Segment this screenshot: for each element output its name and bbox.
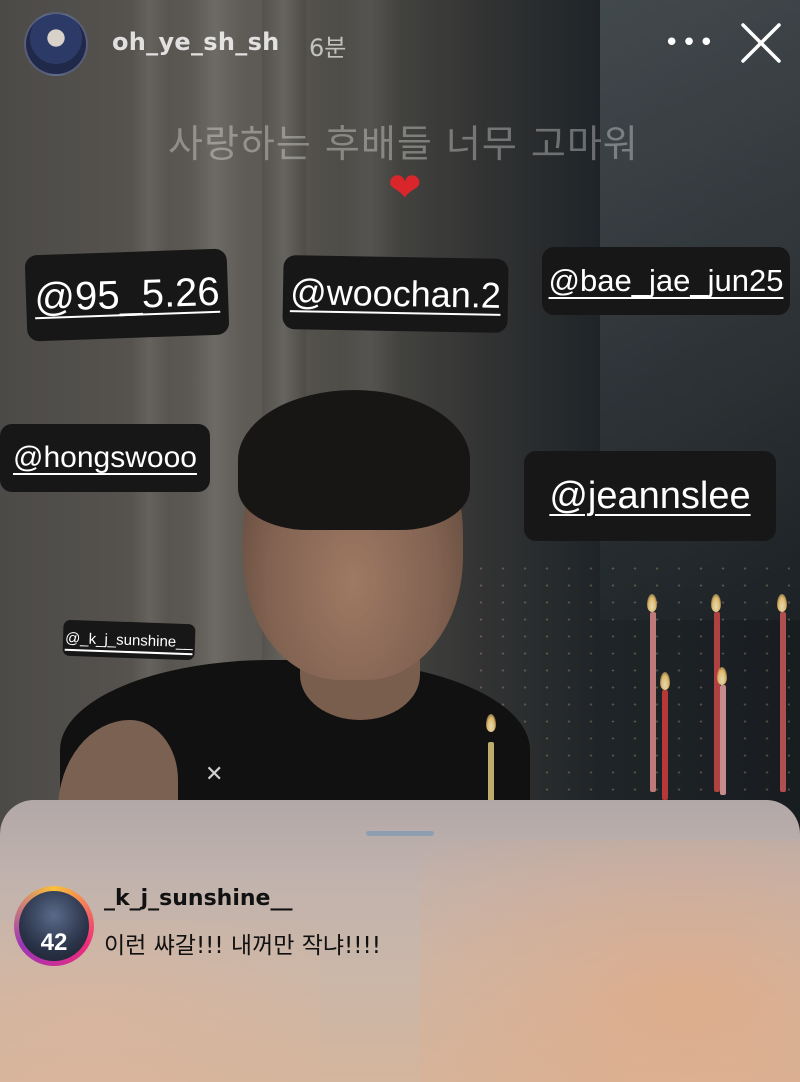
- mention-sticker[interactable]: @woochan.2: [282, 255, 509, 333]
- avatar-image: 42: [19, 891, 89, 961]
- post-time: 6분: [309, 34, 347, 62]
- reply-message: 이런 쌰갈!!! 내꺼만 작냐!!!!: [104, 933, 381, 959]
- close-icon[interactable]: [738, 20, 784, 66]
- sheet-grabber-handle[interactable]: [366, 831, 434, 836]
- mention-sticker[interactable]: @hongswooo: [0, 424, 210, 492]
- author-avatar[interactable]: [24, 12, 88, 76]
- mention-label: @bae_jae_jun25: [548, 263, 784, 298]
- avatar-jersey-number: 42: [40, 929, 68, 956]
- story-header: oh_ye_sh_sh 6분 •••: [0, 0, 800, 90]
- more-horizontal-icon[interactable]: •••: [664, 28, 716, 58]
- reply-avatar[interactable]: 42: [14, 886, 94, 966]
- mention-label: @jeannslee: [549, 474, 751, 517]
- author-username[interactable]: oh_ye_sh_sh: [112, 28, 280, 56]
- mention-sticker[interactable]: @jeannslee: [524, 451, 776, 541]
- mention-label: @woochan.2: [289, 271, 502, 316]
- panel-gradient: [420, 840, 800, 1082]
- mention-label: @hongswooo: [13, 441, 197, 474]
- reply-username[interactable]: _k_j_sunshine__: [104, 886, 292, 911]
- mention-label: @_k_j_sunshine__: [64, 629, 194, 651]
- mention-sticker[interactable]: @_k_j_sunshine__: [62, 619, 196, 661]
- heart-icon: ❤: [388, 165, 422, 211]
- mention-sticker[interactable]: @95_5.26: [24, 248, 230, 342]
- story-caption: 사랑하는 후배들 너무 고마워: [168, 122, 639, 166]
- mention-label: @95_5.26: [33, 269, 221, 320]
- mention-sticker[interactable]: @bae_jae_jun25: [542, 247, 790, 315]
